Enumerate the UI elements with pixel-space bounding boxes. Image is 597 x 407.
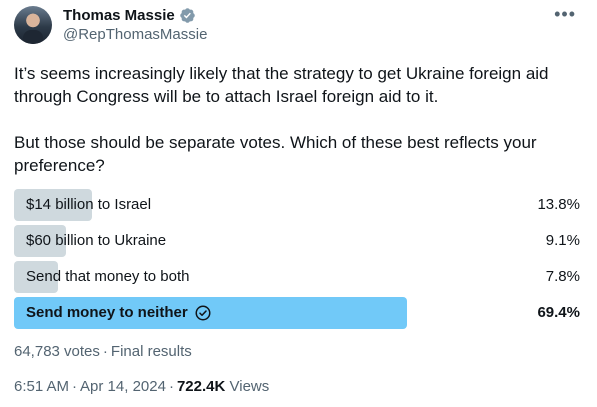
poll-option-text: Send that money to both xyxy=(26,268,190,285)
poll-status: Final results xyxy=(110,343,192,360)
poll-option-text: $14 billion to Israel xyxy=(26,196,152,213)
verified-badge-icon xyxy=(179,8,195,23)
poll-option-percent: 7.8% xyxy=(545,268,580,285)
poll-option-label: $14 billion to Israel xyxy=(26,189,151,221)
avatar[interactable] xyxy=(14,6,52,44)
views-count: 722.4K xyxy=(176,378,226,395)
separator-dot: · xyxy=(102,343,108,360)
poll-option-text: Send money to neither xyxy=(26,304,188,321)
author-handle[interactable]: @RepThomasMassie xyxy=(63,26,207,43)
tweet-header: Thomas Massie @RepThomasMassie ••• xyxy=(14,4,584,46)
poll-option-percent: 69.4% xyxy=(537,304,580,321)
tweet-time[interactable]: 6:51 AM xyxy=(14,378,69,395)
check-circle-icon xyxy=(195,305,211,321)
poll-option-winner: Send money to neither 69.4% xyxy=(14,297,584,329)
tweet-footer: 6:51 AM · Apr 14, 2024 · 722.4K Views xyxy=(14,378,269,395)
poll-option-percent: 13.8% xyxy=(537,196,580,213)
poll-option: $14 billion to Israel 13.8% xyxy=(14,189,584,221)
poll-option-label: Send money to neither xyxy=(26,297,212,329)
poll-option-text: $60 billion to Ukraine xyxy=(26,232,167,249)
poll-option: $60 billion to Ukraine 9.1% xyxy=(14,225,584,257)
poll-meta: 64,783 votes · Final results xyxy=(14,343,192,360)
poll-vote-count: 64,783 votes xyxy=(14,343,100,360)
views-label: Views xyxy=(229,378,270,395)
tweet-text: It’s seems increasingly likely that the … xyxy=(14,64,549,175)
author-name[interactable]: Thomas Massie xyxy=(63,7,175,24)
poll-option: Send that money to both 7.8% xyxy=(14,261,584,293)
separator-dot: · xyxy=(168,378,174,395)
more-options-icon[interactable]: ••• xyxy=(554,4,576,24)
poll-option-label: Send that money to both xyxy=(26,261,189,293)
poll-option-label: $60 billion to Ukraine xyxy=(26,225,166,257)
poll: $14 billion to Israel 13.8% $60 billion to… xyxy=(14,189,584,333)
tweet-date[interactable]: Apr 14, 2024 xyxy=(80,378,166,395)
separator-dot: · xyxy=(72,378,78,395)
author-name-row: Thomas Massie xyxy=(63,7,196,24)
poll-option-percent: 9.1% xyxy=(545,232,580,249)
